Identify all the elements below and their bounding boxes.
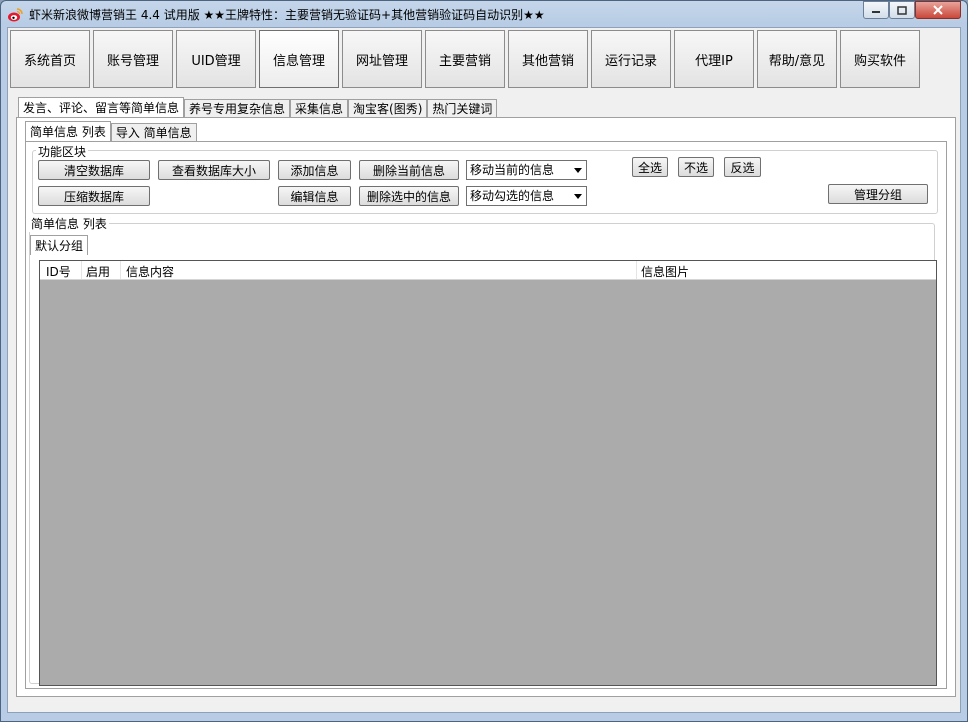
- nav-other-marketing-button[interactable]: 其他营销: [508, 30, 588, 88]
- nav-uid-button[interactable]: UID管理: [176, 30, 256, 88]
- view-db-size-button[interactable]: 查看数据库大小: [158, 160, 270, 180]
- nav-buy-button[interactable]: 购买软件: [840, 30, 920, 88]
- client-area: 系统首页 账号管理 UID管理 信息管理 网址管理 主要营销 其他营销 运行记录…: [7, 27, 961, 713]
- select-all-button[interactable]: 全选: [632, 157, 668, 177]
- col-id[interactable]: ID号: [46, 263, 71, 280]
- tab-simple-info[interactable]: 发言、评论、留言等简单信息: [18, 97, 185, 117]
- nav-accounts-button[interactable]: 账号管理: [93, 30, 173, 88]
- manage-groups-button[interactable]: 管理分组: [828, 184, 928, 204]
- function-group-label: 功能区块: [36, 143, 89, 160]
- nav-urls-button[interactable]: 网址管理: [342, 30, 422, 88]
- col-enabled[interactable]: 启用: [86, 263, 110, 280]
- clear-db-button[interactable]: 清空数据库: [38, 160, 150, 180]
- edit-info-button[interactable]: 编辑信息: [278, 186, 351, 206]
- tab-hot-keywords[interactable]: 热门关键词: [427, 99, 498, 117]
- close-button[interactable]: [915, 1, 961, 19]
- nav-main-marketing-button[interactable]: 主要营销: [425, 30, 505, 88]
- weibo-icon: [8, 8, 23, 22]
- minimize-icon: [872, 11, 880, 13]
- move-checked-select[interactable]: 移动勾选的信息: [466, 186, 587, 206]
- minimize-button[interactable]: [863, 1, 889, 19]
- delete-selected-button[interactable]: 删除选中的信息: [359, 186, 459, 206]
- select-none-button[interactable]: 不选: [678, 157, 714, 177]
- window-title: 虾米新浪微博营销王 4.4 试用版 ★★王牌特性：主要营销无验证码+其他营销验证…: [29, 8, 545, 22]
- tab-complex-info[interactable]: 养号专用复杂信息: [184, 99, 291, 117]
- nav-proxy-button[interactable]: 代理IP: [674, 30, 754, 88]
- invert-selection-button[interactable]: 反选: [724, 157, 761, 177]
- main-nav: 系统首页 账号管理 UID管理 信息管理 网址管理 主要营销 其他营销 运行记录…: [10, 30, 923, 88]
- move-current-select[interactable]: 移动当前的信息: [466, 160, 587, 180]
- group-tab-strip: 默认分组: [30, 235, 89, 255]
- tab-import-simple[interactable]: 导入 简单信息: [110, 123, 197, 141]
- main-window: 虾米新浪微博营销王 4.4 试用版 ★★王牌特性：主要营销无验证码+其他营销验证…: [0, 0, 968, 722]
- col-divider[interactable]: [81, 261, 82, 279]
- chevron-down-icon: [574, 168, 582, 173]
- tab-collected-info[interactable]: 采集信息: [290, 99, 349, 117]
- info-list[interactable]: ID号 启用 信息内容 信息图片: [39, 260, 937, 686]
- nav-run-log-button[interactable]: 运行记录: [591, 30, 671, 88]
- top-tab-strip: 发言、评论、留言等简单信息 养号专用复杂信息 采集信息 淘宝客(图秀) 热门关键…: [18, 97, 498, 117]
- col-divider[interactable]: [120, 261, 121, 279]
- col-image[interactable]: 信息图片: [641, 263, 689, 280]
- col-content[interactable]: 信息内容: [126, 263, 174, 280]
- nav-home-button[interactable]: 系统首页: [10, 30, 90, 88]
- tab-taobao[interactable]: 淘宝客(图秀): [348, 99, 428, 117]
- compress-db-button[interactable]: 压缩数据库: [38, 186, 150, 206]
- nav-help-button[interactable]: 帮助/意见: [757, 30, 837, 88]
- move-current-value: 移动当前的信息: [470, 163, 555, 177]
- chevron-down-icon: [574, 194, 582, 199]
- close-icon: [933, 5, 943, 15]
- col-divider[interactable]: [636, 261, 637, 279]
- add-info-button[interactable]: 添加信息: [278, 160, 351, 180]
- nav-info-button[interactable]: 信息管理: [259, 30, 339, 88]
- list-header: ID号 启用 信息内容 信息图片: [40, 261, 936, 280]
- maximize-button[interactable]: [889, 1, 915, 19]
- maximize-icon: [897, 5, 907, 15]
- list-group-label: 简单信息 列表: [29, 215, 109, 232]
- sub-tab-strip: 简单信息 列表 导入 简单信息: [25, 121, 197, 141]
- tab-default-group[interactable]: 默认分组: [30, 235, 89, 255]
- tab-simple-list[interactable]: 简单信息 列表: [25, 121, 111, 141]
- title-bar[interactable]: 虾米新浪微博营销王 4.4 试用版 ★★王牌特性：主要营销无验证码+其他营销验证…: [1, 1, 967, 27]
- move-checked-value: 移动勾选的信息: [470, 189, 555, 203]
- delete-current-button[interactable]: 删除当前信息: [359, 160, 459, 180]
